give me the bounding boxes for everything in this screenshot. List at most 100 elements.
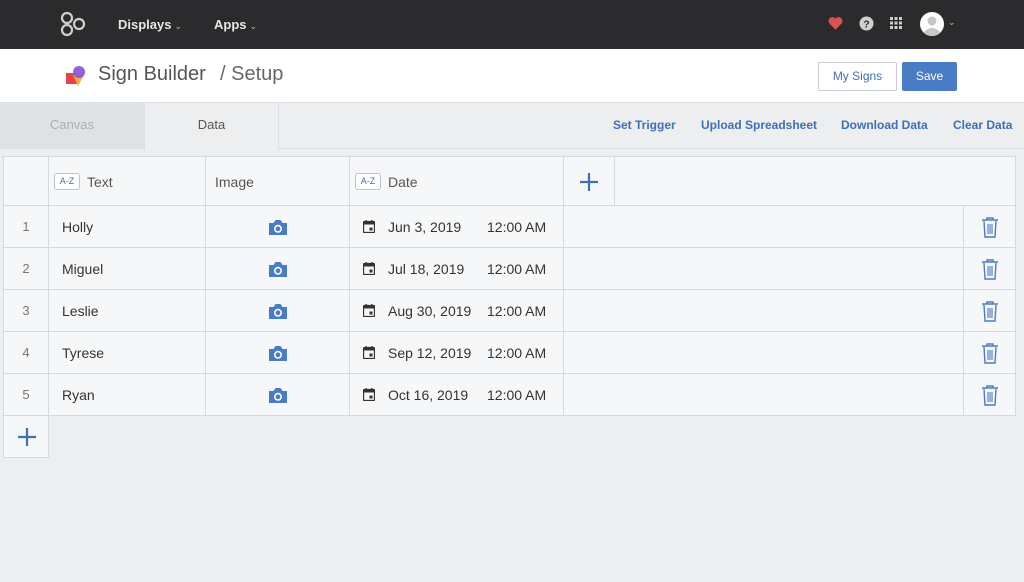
image-cell[interactable]	[206, 290, 350, 332]
row-number: 2	[3, 248, 49, 290]
user-icon	[923, 16, 941, 36]
delete-row-cell[interactable]	[964, 248, 1016, 290]
nav-displays[interactable]: Displays ⌄	[118, 0, 182, 49]
empty-cell	[564, 248, 964, 290]
trash-icon[interactable]	[981, 216, 999, 238]
time-value: 12:00 AM	[487, 219, 547, 235]
date-value: Jun 3, 2019	[388, 219, 462, 235]
calendar-icon	[363, 388, 375, 401]
sign-builder-logo-icon	[66, 66, 85, 86]
camera-icon[interactable]	[268, 345, 288, 362]
camera-icon[interactable]	[268, 219, 288, 236]
date-value: Jul 18, 2019	[388, 261, 465, 277]
column-header-date[interactable]: A-Z Date	[350, 156, 564, 206]
my-signs-button[interactable]: My Signs	[818, 62, 897, 91]
empty-cell	[564, 206, 964, 248]
calendar-icon	[363, 304, 375, 317]
text-value: Holly	[62, 219, 94, 235]
add-row-cell[interactable]	[3, 416, 49, 458]
column-header-label: Image	[215, 174, 254, 190]
add-column-plus-icon[interactable]	[579, 172, 599, 192]
row-number: 4	[3, 332, 49, 374]
empty-cell	[564, 332, 964, 374]
tab-canvas[interactable]: Canvas	[0, 103, 144, 149]
header-empty-cell	[615, 156, 1016, 206]
upload-spreadsheet-link[interactable]: Upload Spreadsheet	[701, 103, 817, 149]
clear-data-link[interactable]: Clear Data	[953, 103, 1012, 149]
empty-cell	[564, 374, 964, 416]
heart-icon[interactable]	[828, 16, 843, 30]
chevron-down-icon[interactable]: ⌄	[948, 17, 956, 28]
text-cell[interactable]: Leslie	[49, 290, 206, 332]
image-cell[interactable]	[206, 248, 350, 290]
date-cell[interactable]: Oct 16, 2019 12:00 AM	[350, 374, 564, 416]
date-value: Sep 12, 2019	[388, 345, 472, 361]
text-cell[interactable]: Holly	[49, 206, 206, 248]
trash-icon[interactable]	[981, 258, 999, 280]
trash-icon[interactable]	[981, 300, 999, 322]
time-value: 12:00 AM	[487, 303, 547, 319]
text-value: Tyrese	[62, 345, 105, 361]
column-header-image[interactable]: Image	[206, 156, 350, 206]
sort-az-icon[interactable]: A-Z	[54, 173, 80, 190]
set-trigger-link[interactable]: Set Trigger	[613, 103, 676, 149]
image-cell[interactable]	[206, 332, 350, 374]
time-value: 12:00 AM	[487, 345, 547, 361]
text-value: Ryan	[62, 387, 95, 403]
logo-icon[interactable]	[60, 11, 86, 37]
empty-cell	[564, 290, 964, 332]
text-cell[interactable]: Ryan	[49, 374, 206, 416]
row-number: 3	[3, 290, 49, 332]
calendar-icon	[363, 262, 375, 275]
time-value: 12:00 AM	[487, 261, 547, 277]
column-header-text[interactable]: A-Z Text	[49, 156, 206, 206]
help-icon[interactable]: ?	[859, 16, 874, 31]
column-header-label: Text	[87, 174, 113, 190]
date-cell[interactable]: Jun 3, 2019 12:00 AM	[350, 206, 564, 248]
trash-icon[interactable]	[981, 342, 999, 364]
page-subtitle: / Setup	[220, 63, 284, 85]
delete-row-cell[interactable]	[964, 374, 1016, 416]
download-data-link[interactable]: Download Data	[841, 103, 928, 149]
avatar[interactable]	[920, 12, 944, 36]
camera-icon[interactable]	[268, 303, 288, 320]
page-title: Sign Builder	[98, 63, 206, 85]
text-cell[interactable]: Tyrese	[49, 332, 206, 374]
image-cell[interactable]	[206, 374, 350, 416]
delete-row-cell[interactable]	[964, 206, 1016, 248]
nav-apps[interactable]: Apps ⌄	[214, 0, 257, 49]
delete-row-cell[interactable]	[964, 332, 1016, 374]
nav-displays-label: Displays	[118, 17, 172, 32]
calendar-icon	[363, 346, 375, 359]
tab-bar: Canvas Data Set Trigger Upload Spreadshe…	[0, 103, 1024, 150]
camera-icon[interactable]	[268, 261, 288, 278]
row-number: 1	[3, 206, 49, 248]
add-row-plus-icon[interactable]	[17, 427, 37, 447]
apps-grid-icon[interactable]	[890, 17, 902, 29]
camera-icon[interactable]	[268, 387, 288, 404]
header-corner-cell	[3, 156, 49, 206]
date-cell[interactable]: Aug 30, 2019 12:00 AM	[350, 290, 564, 332]
date-cell[interactable]: Jul 18, 2019 12:00 AM	[350, 248, 564, 290]
chevron-down-icon: ⌄	[174, 21, 183, 31]
chevron-down-icon: ⌄	[249, 21, 258, 31]
row-number: 5	[3, 374, 49, 416]
tab-data[interactable]: Data	[144, 103, 279, 150]
sort-az-icon[interactable]: A-Z	[355, 173, 381, 190]
calendar-icon	[363, 220, 375, 233]
save-button[interactable]: Save	[902, 62, 957, 91]
trash-icon[interactable]	[981, 384, 999, 406]
text-cell[interactable]: Miguel	[49, 248, 206, 290]
text-value: Miguel	[62, 261, 104, 277]
top-nav: Displays ⌄ Apps ⌄ ? ⌄	[0, 0, 1024, 49]
text-value: Leslie	[62, 303, 99, 319]
time-value: 12:00 AM	[487, 387, 547, 403]
image-cell[interactable]	[206, 206, 350, 248]
delete-row-cell[interactable]	[964, 290, 1016, 332]
nav-apps-label: Apps	[214, 17, 247, 32]
date-cell[interactable]: Sep 12, 2019 12:00 AM	[350, 332, 564, 374]
date-value: Aug 30, 2019	[388, 303, 472, 319]
svg-text:?: ?	[863, 19, 869, 30]
date-value: Oct 16, 2019	[388, 387, 469, 403]
add-column-cell[interactable]	[564, 156, 615, 206]
